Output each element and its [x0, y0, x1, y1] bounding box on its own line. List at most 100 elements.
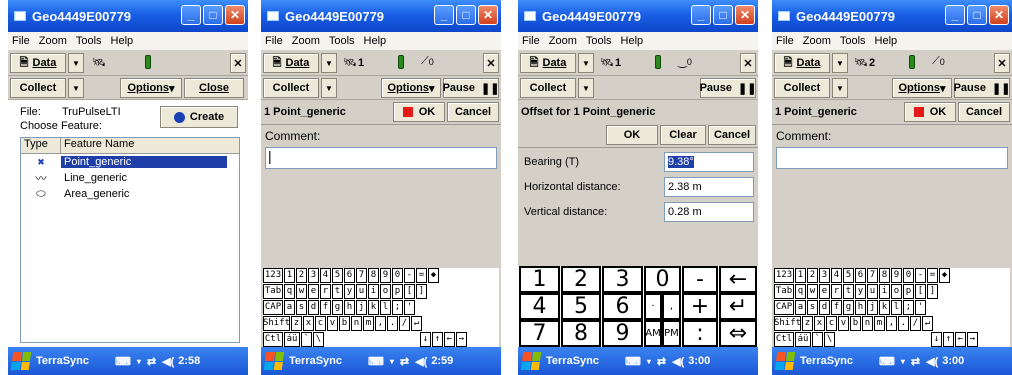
- key[interactable]: 1: [284, 268, 295, 283]
- key[interactable]: c: [826, 316, 837, 331]
- key[interactable]: b: [850, 316, 861, 331]
- key[interactable]: ↑: [943, 332, 954, 347]
- key[interactable]: [: [915, 284, 926, 299]
- key[interactable]: ↵: [411, 316, 422, 331]
- numpad-key[interactable]: +: [682, 293, 718, 320]
- key[interactable]: .: [898, 316, 909, 331]
- key[interactable]: áü: [795, 332, 811, 347]
- key[interactable]: t: [843, 284, 854, 299]
- horizontal-distance-input[interactable]: 2.38 m: [664, 177, 754, 197]
- pause-button[interactable]: Pause ❚❚: [954, 78, 1010, 98]
- data-section-button[interactable]: 🗎 Data: [774, 53, 830, 73]
- key[interactable]: d: [308, 300, 319, 315]
- key[interactable]: ◆: [939, 268, 950, 283]
- key[interactable]: →: [967, 332, 978, 347]
- numpad-key[interactable]: 2: [561, 266, 601, 293]
- comment-input[interactable]: [776, 147, 1008, 169]
- key[interactable]: f: [320, 300, 331, 315]
- key[interactable]: u: [867, 284, 878, 299]
- key[interactable]: 2: [807, 268, 818, 283]
- key[interactable]: r: [831, 284, 842, 299]
- key[interactable]: i: [368, 284, 379, 299]
- key[interactable]: ↓: [931, 332, 942, 347]
- data-section-button[interactable]: 🗎 Data: [520, 53, 576, 73]
- collect-button[interactable]: Collect: [263, 78, 319, 98]
- clock[interactable]: 3:00: [688, 355, 710, 367]
- clear-button[interactable]: Clear: [660, 125, 706, 145]
- key[interactable]: y: [855, 284, 866, 299]
- key[interactable]: 7: [356, 268, 367, 283]
- volume-icon[interactable]: ◀(: [672, 355, 684, 368]
- key[interactable]: 3: [819, 268, 830, 283]
- connectivity-icon[interactable]: ⇄: [911, 355, 920, 368]
- key[interactable]: g: [332, 300, 343, 315]
- key[interactable]: .: [387, 316, 398, 331]
- vertical-distance-input[interactable]: 0.28 m: [664, 202, 754, 222]
- key[interactable]: k: [879, 300, 890, 315]
- key[interactable]: ◆: [428, 268, 439, 283]
- key[interactable]: /: [399, 316, 410, 331]
- key[interactable]: 1: [795, 268, 806, 283]
- key[interactable]: 4: [831, 268, 842, 283]
- options-button[interactable]: Options ▾: [892, 78, 952, 98]
- key[interactable]: [: [404, 284, 415, 299]
- keyboard-icon[interactable]: ⌨: [879, 355, 895, 368]
- numpad-key[interactable]: ↵: [719, 293, 757, 320]
- taskbar-app-label[interactable]: TerraSync: [800, 355, 853, 367]
- maximize-button[interactable]: □: [203, 5, 223, 25]
- menu-help[interactable]: Help: [364, 35, 387, 47]
- collect-dropdown[interactable]: ▼: [832, 78, 848, 98]
- section-dropdown[interactable]: ▼: [578, 53, 594, 73]
- sip-arrow-icon[interactable]: ▾: [647, 357, 651, 366]
- key[interactable]: 2: [296, 268, 307, 283]
- key[interactable]: u: [356, 284, 367, 299]
- numpad-key[interactable]: ←: [719, 266, 757, 293]
- key[interactable]: e: [819, 284, 830, 299]
- numpad-key[interactable]: 4: [519, 293, 560, 320]
- key[interactable]: x: [814, 316, 825, 331]
- key[interactable]: b: [339, 316, 350, 331]
- key[interactable]: w: [296, 284, 307, 299]
- key[interactable]: a: [284, 300, 295, 315]
- key[interactable]: z: [291, 316, 302, 331]
- menu-file[interactable]: File: [265, 35, 283, 47]
- key[interactable]: CAP: [774, 300, 794, 315]
- section-dropdown[interactable]: ▼: [321, 53, 337, 73]
- key[interactable]: ←: [955, 332, 966, 347]
- collect-dropdown[interactable]: ▼: [321, 78, 337, 98]
- key[interactable]: Tab: [774, 284, 794, 299]
- keyboard-icon[interactable]: ⌨: [115, 355, 131, 368]
- key[interactable]: m: [874, 316, 885, 331]
- cancel-button[interactable]: Cancel: [708, 125, 756, 145]
- key[interactable]: a: [795, 300, 806, 315]
- key[interactable]: ←: [444, 332, 455, 347]
- pause-button[interactable]: Pause ❚❚: [700, 78, 756, 98]
- key[interactable]: ,: [886, 316, 897, 331]
- minimize-button[interactable]: _: [181, 5, 201, 25]
- key[interactable]: ': [915, 300, 926, 315]
- key[interactable]: =: [416, 268, 427, 283]
- key[interactable]: s: [296, 300, 307, 315]
- bearing-input[interactable]: 9.38°: [664, 152, 754, 172]
- key[interactable]: `: [812, 332, 823, 347]
- menu-help[interactable]: Help: [111, 35, 134, 47]
- table-row[interactable]: ✖ Point_generic: [21, 154, 239, 170]
- menu-file[interactable]: File: [12, 35, 30, 47]
- key[interactable]: /: [910, 316, 921, 331]
- key[interactable]: 6: [344, 268, 355, 283]
- key[interactable]: 123: [774, 268, 794, 283]
- close-button[interactable]: Close: [184, 78, 244, 98]
- key[interactable]: v: [327, 316, 338, 331]
- ok-button[interactable]: OK: [904, 102, 956, 122]
- menu-zoom[interactable]: Zoom: [39, 35, 67, 47]
- key[interactable]: x: [303, 316, 314, 331]
- key[interactable]: z: [802, 316, 813, 331]
- start-icon[interactable]: [10, 352, 32, 370]
- numpad-key[interactable]: 0: [644, 266, 681, 293]
- key[interactable]: v: [838, 316, 849, 331]
- key[interactable]: l: [380, 300, 391, 315]
- close-window-button[interactable]: ✕: [989, 5, 1009, 25]
- key[interactable]: q: [795, 284, 806, 299]
- key[interactable]: ]: [927, 284, 938, 299]
- numpad-key[interactable]: 1: [519, 266, 560, 293]
